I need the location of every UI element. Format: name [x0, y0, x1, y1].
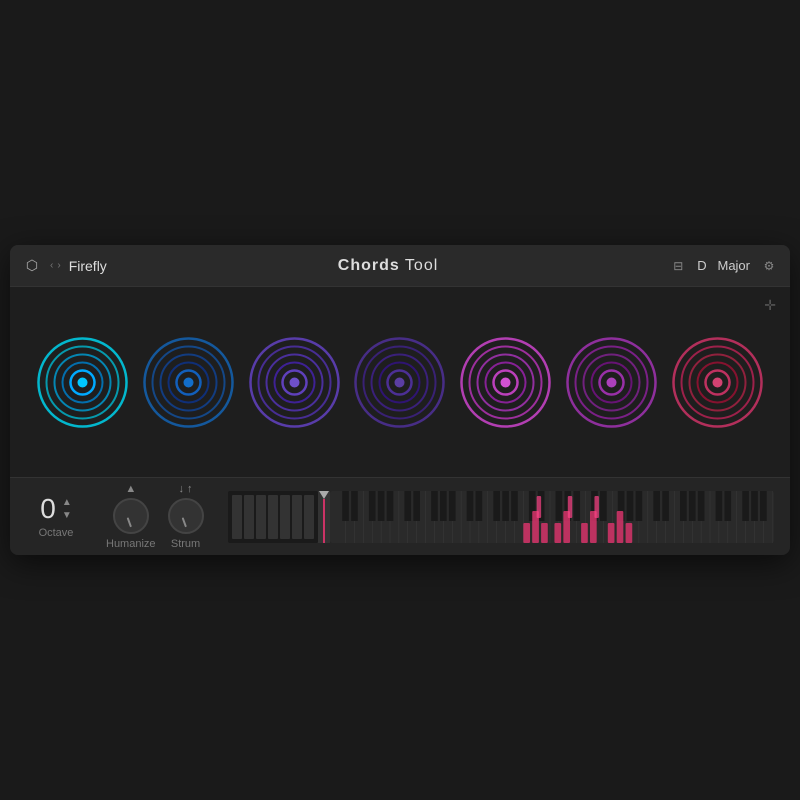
app-title-light: Tool — [400, 257, 439, 274]
settings-button[interactable]: ⚙ — [760, 257, 778, 275]
header-bar: ⬡ ‹ › Firefly Chords Tool ⊟ D Major ⚙ — [10, 245, 790, 287]
chord-pad-3[interactable] — [247, 312, 342, 452]
chord-pad-5[interactable] — [458, 312, 553, 452]
key-display: D Major — [697, 258, 750, 273]
chord-pad-6[interactable] — [564, 312, 659, 452]
playhead — [318, 491, 330, 543]
chord-pad-1[interactable] — [35, 312, 130, 452]
layout-icon[interactable]: ⊟ — [669, 257, 687, 275]
piano-keys-section — [330, 491, 774, 543]
nav-back-button[interactable]: ‹ — [50, 260, 53, 271]
mini-block-4 — [268, 495, 278, 539]
strum-section: ↓ ↑ Strum — [168, 483, 204, 550]
plugin-icon: ⬡ — [22, 256, 42, 276]
strum-label: Strum — [171, 538, 200, 550]
mini-block-3 — [256, 495, 266, 539]
roll-dark-section — [228, 491, 318, 543]
header-right: ⊟ D Major ⚙ — [669, 257, 778, 275]
mini-block-1 — [232, 495, 242, 539]
plugin-window: ⬡ ‹ › Firefly Chords Tool ⊟ D Major ⚙ — [10, 245, 790, 555]
scale-value: Major — [717, 258, 750, 273]
play-triangle — [319, 491, 329, 499]
strum-knob[interactable] — [168, 498, 204, 534]
piano-keys-svg — [330, 491, 774, 543]
circles-container — [30, 297, 770, 467]
mini-block-7 — [304, 495, 314, 539]
humanize-knob[interactable] — [113, 498, 149, 534]
humanize-label: Humanize — [106, 538, 156, 550]
octave-up-button[interactable]: ▲ — [62, 497, 72, 508]
mini-block-5 — [280, 495, 290, 539]
app-title: Chords Tool — [338, 257, 439, 275]
key-value: D — [697, 258, 706, 273]
piano-roll[interactable] — [228, 487, 774, 547]
humanize-up-arrow: ▲ — [125, 483, 136, 495]
move-icon[interactable]: ✛ — [764, 297, 776, 314]
humanize-section: ▲ Humanize — [106, 483, 156, 550]
nav-arrows: ‹ › — [50, 260, 61, 271]
octave-down-button[interactable]: ▼ — [62, 510, 72, 521]
preset-name: Firefly — [69, 258, 107, 274]
header-center: Chords Tool — [107, 257, 669, 275]
bottom-bar: 0 ▲ ▼ Octave ▲ Humanize ↓ ↑ Strum — [10, 477, 790, 555]
chord-pad-4[interactable] — [352, 312, 447, 452]
mini-block-6 — [292, 495, 302, 539]
header-left: ⬡ ‹ › Firefly — [22, 256, 107, 276]
octave-label: Octave — [39, 527, 74, 539]
nav-forward-button[interactable]: › — [57, 260, 60, 271]
playhead-line — [323, 499, 325, 543]
main-area: ✛ — [10, 287, 790, 477]
mini-block-2 — [244, 495, 254, 539]
chord-pad-7[interactable] — [670, 312, 765, 452]
chord-pad-2[interactable] — [141, 312, 236, 452]
app-title-bold: Chords — [338, 257, 400, 274]
strum-arrows: ↓ ↑ — [179, 483, 193, 495]
octave-value: 0 — [40, 495, 56, 523]
octave-section: 0 ▲ ▼ Octave — [26, 495, 86, 539]
